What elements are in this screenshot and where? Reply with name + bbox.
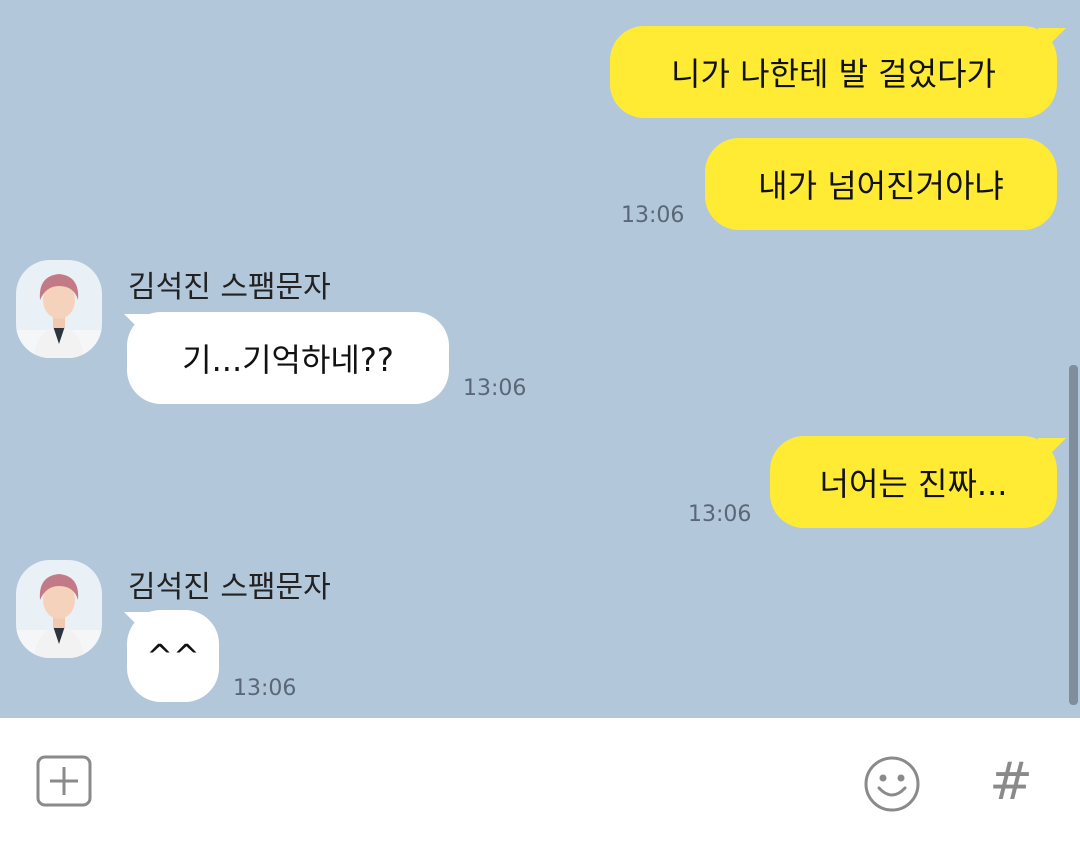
message-text: 니가 나한테 발 걸었다가	[671, 55, 996, 93]
avatar-photo	[16, 260, 102, 358]
my-message-bubble[interactable]: 내가 넘어진거아냐	[705, 138, 1057, 230]
avatar-photo	[16, 560, 102, 658]
hash-glyph: #	[989, 752, 1033, 812]
hash-icon[interactable]: #	[986, 752, 1036, 812]
message-text: 너어는 진짜...	[819, 465, 1008, 503]
chat-area[interactable]: 니가 나한테 발 걸었다가 내가 넘어진거아냐 13:06 김석진 스팸문자 기…	[0, 0, 1080, 718]
scrollbar[interactable]	[1069, 365, 1078, 705]
sender-name: 김석진 스팸문자	[128, 270, 331, 305]
my-message-bubble[interactable]: 니가 나한테 발 걸었다가	[610, 26, 1057, 118]
their-message-bubble[interactable]: ^^	[127, 610, 219, 702]
message-text: 기...기억하네??	[182, 341, 394, 379]
avatar[interactable]	[16, 560, 102, 658]
their-message-bubble[interactable]: 기...기억하네??	[127, 312, 449, 404]
message-time: 13:06	[463, 376, 527, 401]
my-message-bubble[interactable]: 너어는 진짜...	[770, 436, 1057, 528]
input-bar: #	[0, 718, 1080, 845]
message-time: 13:06	[688, 502, 752, 527]
message-time: 13:06	[621, 203, 685, 228]
avatar[interactable]	[16, 260, 102, 358]
message-time: 13:06	[233, 676, 297, 701]
message-text: ^^	[146, 637, 200, 675]
emoji-icon[interactable]	[862, 754, 922, 814]
message-text: 내가 넘어진거아냐	[758, 167, 1004, 205]
sender-name: 김석진 스팸문자	[128, 570, 331, 605]
plus-box-icon[interactable]	[36, 755, 92, 807]
